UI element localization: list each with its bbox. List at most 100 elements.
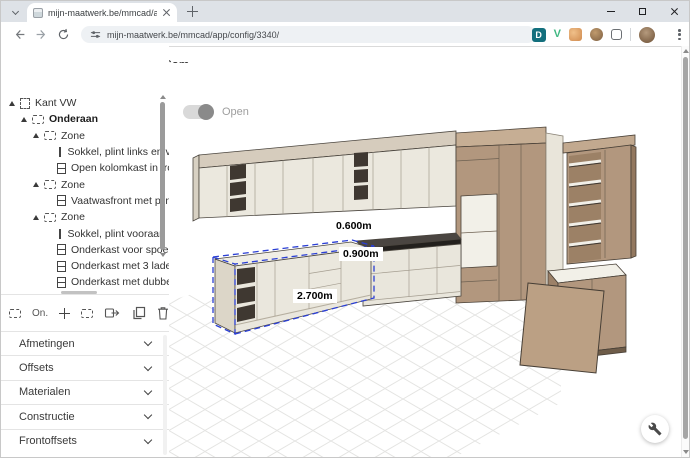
tree-item-kant-vw[interactable]: Kant VW	[1, 95, 169, 111]
forward-button[interactable]	[33, 26, 49, 42]
page-scrollbar[interactable]	[681, 46, 689, 457]
chevron-down-icon	[144, 362, 152, 370]
accordion-afmetingen[interactable]: Afmetingen	[1, 331, 169, 355]
extension-square-icon[interactable]	[611, 29, 622, 40]
3d-viewport[interactable]	[169, 63, 683, 458]
window-close-button[interactable]	[670, 7, 679, 16]
zone-icon	[9, 309, 21, 318]
forward-arrow-icon	[35, 28, 48, 41]
tree-item-onderkast-lades[interactable]: Onderkast met 3 lades, ...	[1, 258, 169, 274]
panel-toolbar: On...	[1, 294, 169, 331]
tree-item-zone-2[interactable]: Zone	[1, 176, 169, 192]
extension-d-icon[interactable]: D	[532, 28, 546, 42]
scroll-down-icon[interactable]	[683, 450, 689, 454]
delete-button[interactable]	[157, 306, 169, 320]
export-icon	[104, 306, 121, 320]
tab-search-button[interactable]	[9, 6, 21, 18]
zone-icon	[44, 213, 56, 222]
minimize-button[interactable]	[607, 11, 615, 12]
tree-item-onderaan[interactable]: Onderaan	[1, 111, 169, 127]
tab-title: mijn-maatwerk.be/mmcad/app	[48, 8, 157, 18]
cabinet-icon	[57, 277, 66, 288]
expand-arrow-icon[interactable]	[21, 117, 27, 122]
open-shelf-openings	[237, 267, 255, 322]
new-tab-button[interactable]	[187, 6, 198, 17]
extension-orange-icon[interactable]	[569, 28, 582, 41]
accordion-constructie[interactable]: Constructie	[1, 404, 169, 428]
site-settings-icon	[90, 29, 101, 40]
toggle-knob	[198, 104, 214, 120]
open-toggle-label: Open	[222, 106, 249, 118]
add-zone-button[interactable]	[81, 309, 93, 318]
zone-button[interactable]	[9, 309, 21, 318]
zone-icon	[81, 309, 93, 318]
tree-item-sokkel-links[interactable]: Sokkel, plint links en voo...	[1, 144, 169, 160]
viewport-area: Open 0.600m 0.900m 2.700m	[169, 63, 683, 458]
leaning-panel	[520, 283, 604, 373]
base-cabinets-right	[356, 233, 461, 306]
accordion-frontoffsets[interactable]: Frontoffsets	[1, 429, 169, 453]
open-toggle[interactable]	[183, 105, 213, 119]
side-icon	[20, 98, 30, 109]
tab-favicon-icon	[33, 8, 43, 18]
zone-icon	[44, 131, 56, 140]
duplicate-button[interactable]	[132, 306, 146, 320]
dimension-label-length[interactable]: 2.700m	[293, 289, 337, 303]
cabinet-icon	[57, 195, 66, 206]
trash-icon	[157, 306, 169, 320]
reload-button[interactable]	[55, 26, 71, 42]
plinth-icon	[59, 147, 61, 157]
url-bar[interactable]: mijn-maatwerk.be/mmcad/app/config/3340/	[81, 26, 536, 43]
dimension-label-width[interactable]: 0.600m	[332, 219, 376, 233]
expand-arrow-icon[interactable]	[9, 101, 15, 106]
toolbar-divider	[630, 28, 631, 41]
expand-arrow-icon[interactable]	[33, 215, 39, 220]
open-toggle-row: Open	[183, 105, 249, 119]
tree-item-onderkast-spoelbak[interactable]: Onderkast voor spoelba...	[1, 242, 169, 258]
tree-item-zone-1[interactable]: Zone	[1, 128, 169, 144]
chevron-down-icon	[11, 7, 18, 14]
accordion-scroll-track[interactable]	[163, 335, 167, 455]
scroll-down-icon[interactable]	[160, 253, 166, 257]
tree-scroll-thumb[interactable]	[160, 102, 165, 250]
scroll-up-icon[interactable]	[160, 95, 166, 99]
add-button[interactable]	[59, 308, 70, 319]
wrench-button[interactable]	[641, 415, 669, 443]
back-button[interactable]	[11, 26, 27, 42]
reload-icon	[57, 28, 70, 41]
browser-tab[interactable]: mijn-maatwerk.be/mmcad/app	[27, 3, 177, 22]
browser-menu-button[interactable]	[678, 29, 681, 40]
chevron-down-icon	[144, 338, 152, 346]
extensions-row: D V	[532, 26, 655, 43]
accordion-materialen[interactable]: Materialen	[1, 380, 169, 404]
window-controls	[607, 1, 679, 22]
plus-icon	[59, 308, 70, 319]
maximize-button[interactable]	[639, 8, 646, 15]
left-panel: Kant VW Onderaan Zone Sokkel, plint link…	[1, 46, 169, 457]
page-scroll-thumb[interactable]	[683, 57, 688, 439]
profile-avatar[interactable]	[639, 27, 655, 43]
chevron-down-icon	[144, 387, 152, 395]
tree-item-sokkel-vooraan[interactable]: Sokkel, plint vooraan	[1, 225, 169, 241]
dimension-label-depth[interactable]: 0.900m	[339, 247, 383, 261]
extension-round-icon[interactable]	[590, 28, 603, 41]
accordion-offsets[interactable]: Offsets	[1, 355, 169, 379]
export-button[interactable]	[104, 306, 121, 320]
plinth-icon	[59, 229, 61, 239]
tree-item-zone-3[interactable]: Zone	[1, 209, 169, 225]
chevron-down-icon	[144, 436, 152, 444]
extension-vue-icon[interactable]: V	[554, 29, 561, 40]
tree-item-open-kolomkast[interactable]: Open kolomkast in front...	[1, 160, 169, 176]
back-arrow-icon	[13, 28, 26, 41]
chevron-down-icon	[144, 411, 152, 419]
tree-item-onderkast-dubbele[interactable]: Onderkast met dubbele ...	[1, 274, 169, 290]
copy-icon	[132, 306, 146, 320]
browser-toolbar: mijn-maatwerk.be/mmcad/app/config/3340/ …	[1, 22, 689, 46]
expand-arrow-icon[interactable]	[33, 182, 39, 187]
structure-tree: Kant VW Onderaan Zone Sokkel, plint link…	[1, 95, 169, 295]
scroll-up-icon[interactable]	[683, 49, 689, 53]
tree-scrollbar[interactable]	[158, 95, 167, 293]
expand-arrow-icon[interactable]	[33, 133, 39, 138]
tab-close-icon[interactable]	[162, 8, 171, 17]
tree-item-vaatwasfront[interactable]: Vaatwasfront met plint e...	[1, 193, 169, 209]
